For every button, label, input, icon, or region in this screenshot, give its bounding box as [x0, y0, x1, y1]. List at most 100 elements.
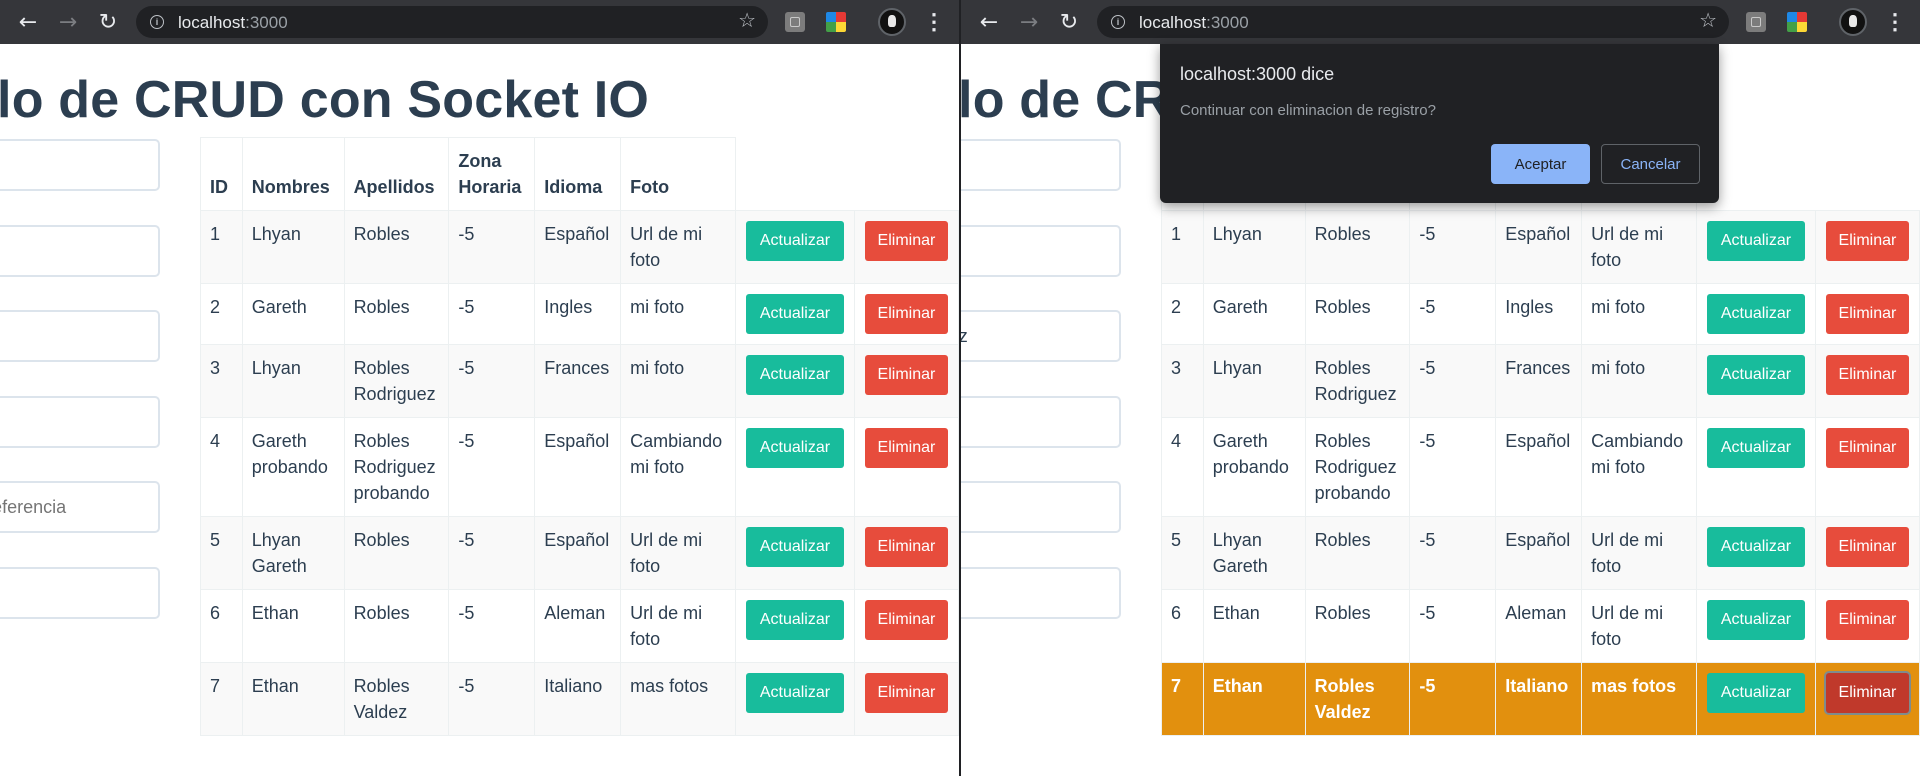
profile-avatar[interactable] [1839, 8, 1867, 36]
cell-zona: -5 [448, 417, 536, 517]
update-button[interactable]: Actualizar [1706, 294, 1805, 334]
cell-idioma: Frances [534, 344, 622, 418]
cell-id: 2 [200, 283, 243, 345]
color-extension-icon[interactable] [1787, 12, 1807, 32]
url-text[interactable]: localhost:3000 [178, 13, 288, 33]
form-input[interactable] [0, 396, 160, 448]
color-extension-icon[interactable] [826, 12, 846, 32]
cell-update: Actualizar [1695, 516, 1816, 590]
delete-button[interactable]: Eliminar [864, 221, 948, 261]
cell-idioma: Aleman [1495, 589, 1583, 663]
bookmark-star-icon[interactable]: ☆ [1699, 8, 1717, 32]
reload-icon[interactable]: ↻ [93, 7, 123, 37]
cell-zona: -5 [448, 210, 536, 284]
delete-button[interactable]: Eliminar [1825, 600, 1909, 640]
update-button[interactable]: Actualizar [745, 527, 844, 567]
cell-delete: Eliminar [853, 283, 959, 345]
update-button[interactable]: Actualizar [745, 600, 844, 640]
menu-kebab-icon[interactable]: ⋮ [1884, 7, 1906, 37]
update-button[interactable]: Actualizar [745, 428, 844, 468]
menu-kebab-icon[interactable]: ⋮ [923, 7, 945, 37]
update-button[interactable]: Actualizar [745, 221, 844, 261]
cell-foto: Url de mi foto [1581, 516, 1697, 590]
cell-update: Actualizar [734, 516, 855, 590]
address-bar[interactable]: i localhost:3000 ☆ [1097, 6, 1729, 38]
cell-update: Actualizar [1695, 662, 1816, 736]
form-input[interactable] [0, 139, 160, 191]
cell-idioma: Italiano [1495, 662, 1583, 736]
delete-button[interactable]: Eliminar [864, 600, 948, 640]
cell-delete: Eliminar [853, 589, 959, 663]
table-row: 1 Lhyan Robles -5 Español Url de mi foto Actua… [1161, 210, 1920, 284]
update-button[interactable]: Actualizar [1706, 428, 1805, 468]
form-input[interactable] [961, 139, 1121, 191]
cell-apellidos: Robles [343, 283, 450, 345]
address-bar[interactable]: i localhost:3000 ☆ [136, 6, 768, 38]
update-button[interactable]: Actualizar [1706, 221, 1805, 261]
delete-button[interactable]: Eliminar [1825, 221, 1909, 261]
cell-id: 2 [1161, 283, 1204, 345]
cell-apellidos: Robles [343, 210, 450, 284]
update-button[interactable]: Actualizar [745, 294, 844, 334]
cell-apellidos: Robles [1304, 589, 1411, 663]
update-button[interactable]: Actualizar [1706, 527, 1805, 567]
cell-nombres: Lhyan Gareth [1202, 516, 1306, 590]
forward-icon[interactable]: → [1014, 7, 1044, 37]
table-row: 4 Gareth probando Robles Rodriguez proband… [1161, 417, 1920, 517]
cell-apellidos: Robles [1304, 516, 1411, 590]
info-icon[interactable]: i [150, 15, 164, 29]
cell-nombres: Lhyan [1202, 344, 1306, 418]
form-input[interactable] [961, 396, 1121, 448]
form-input[interactable] [961, 310, 1121, 362]
form-input[interactable] [961, 481, 1121, 533]
cell-delete: Eliminar [1814, 417, 1920, 517]
url-text[interactable]: localhost:3000 [1139, 13, 1249, 33]
cell-delete: Eliminar [1814, 344, 1920, 418]
profile-avatar[interactable] [878, 8, 906, 36]
delete-button[interactable]: Eliminar [864, 355, 948, 395]
cancel-button[interactable]: Cancelar [1601, 144, 1700, 184]
cell-zona: -5 [1409, 589, 1497, 663]
form-input[interactable] [0, 567, 160, 619]
dialog-message: Continuar con eliminacion de registro? [1180, 102, 1436, 119]
delete-button[interactable]: Eliminar [1825, 294, 1909, 334]
form-input[interactable] [961, 225, 1121, 277]
table-row: 6 Ethan Robles -5 Aleman Url de mi foto Actual… [200, 589, 959, 663]
info-icon[interactable]: i [1111, 15, 1125, 29]
cell-nombres: Ethan [1202, 662, 1306, 736]
delete-button[interactable]: Eliminar [864, 527, 948, 567]
update-button[interactable]: Actualizar [1706, 673, 1805, 713]
form-input[interactable] [961, 567, 1121, 619]
cell-delete: Eliminar [853, 417, 959, 517]
cell-apellidos: Robles [343, 589, 450, 663]
bookmark-star-icon[interactable]: ☆ [738, 8, 756, 32]
delete-button[interactable]: Eliminar [1825, 527, 1909, 567]
forward-icon[interactable]: → [53, 7, 83, 37]
form-input[interactable] [0, 310, 160, 362]
extension-icon[interactable] [1746, 12, 1766, 32]
col-header-delete [1815, 137, 1920, 211]
update-button[interactable]: Actualizar [745, 673, 844, 713]
update-button[interactable]: Actualizar [1706, 355, 1805, 395]
url-host: localhost [1139, 13, 1207, 32]
cell-update: Actualizar [1695, 344, 1816, 418]
back-icon[interactable]: ← [13, 7, 43, 37]
col-header-idioma: Idioma [534, 137, 622, 211]
delete-button[interactable]: Eliminar [1825, 673, 1909, 713]
delete-button[interactable]: Eliminar [864, 294, 948, 334]
update-button[interactable]: Actualizar [1706, 600, 1805, 640]
delete-button[interactable]: Eliminar [864, 673, 948, 713]
extension-icon[interactable] [785, 12, 805, 32]
form-input[interactable] [0, 225, 160, 277]
form-input[interactable] [0, 481, 160, 533]
accept-button[interactable]: Aceptar [1491, 144, 1590, 184]
cell-id: 7 [200, 662, 243, 736]
reload-icon[interactable]: ↻ [1054, 7, 1084, 37]
back-icon[interactable]: ← [974, 7, 1004, 37]
update-button[interactable]: Actualizar [745, 355, 844, 395]
delete-button[interactable]: Eliminar [1825, 428, 1909, 468]
delete-button[interactable]: Eliminar [1825, 355, 1909, 395]
browser-toolbar: ← → ↻ i localhost:3000 ☆ ⋮ [0, 0, 959, 44]
cell-idioma: Español [534, 516, 622, 590]
delete-button[interactable]: Eliminar [864, 428, 948, 468]
